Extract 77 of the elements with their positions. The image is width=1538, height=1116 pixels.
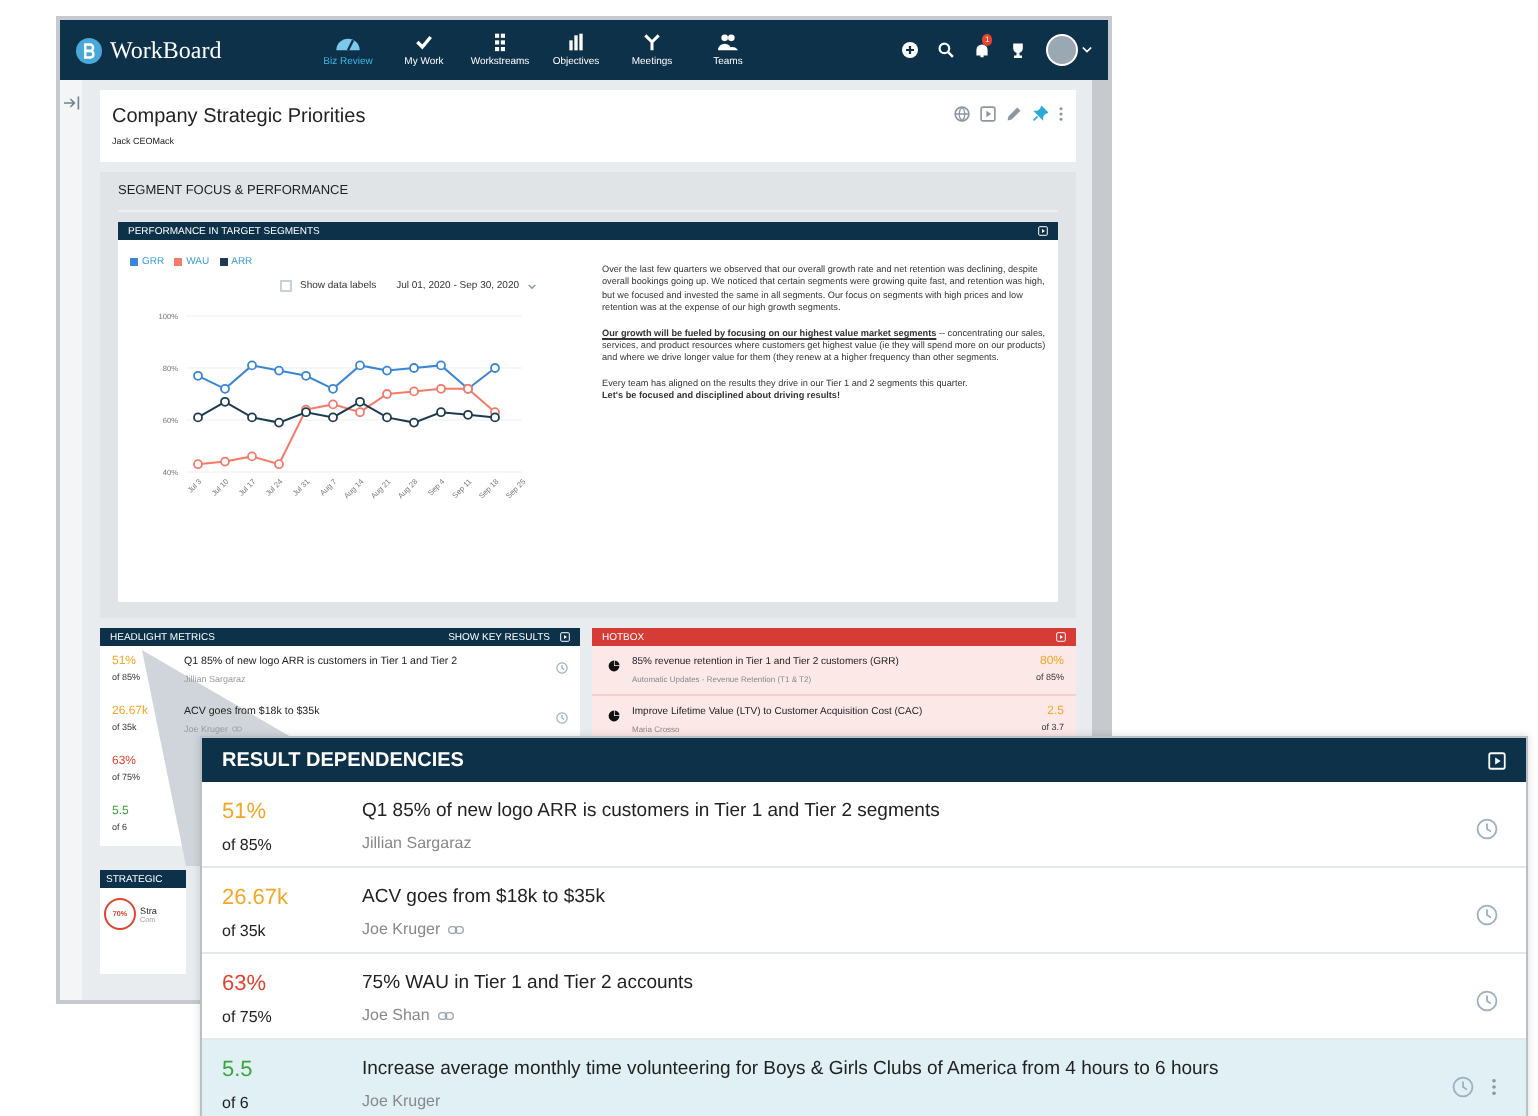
trophy-icon[interactable] bbox=[1010, 42, 1026, 58]
point bbox=[247, 360, 257, 371]
point bbox=[328, 399, 338, 410]
clock-icon[interactable] bbox=[1476, 818, 1498, 840]
owner-name: Joe Kruger bbox=[362, 1092, 441, 1110]
pin-icon[interactable] bbox=[1032, 106, 1048, 122]
result-title: Increase average monthly time volunteering for Boys & Girls Clubs of America from 4 hours to 6 hours bbox=[362, 1058, 1221, 1080]
panel-title: RESULT DEPENDENCIES bbox=[222, 749, 464, 771]
owner-name: Joe Shan bbox=[362, 1006, 430, 1024]
metric-target: of 35k bbox=[222, 922, 268, 940]
metric-target: of 75% bbox=[222, 1008, 274, 1026]
clock-icon[interactable] bbox=[1452, 1076, 1474, 1098]
point bbox=[193, 412, 203, 423]
clock-icon[interactable] bbox=[1476, 904, 1498, 926]
metric-value: 26.67k bbox=[222, 886, 291, 910]
more-icon[interactable] bbox=[1490, 1078, 1498, 1096]
metric-target: of 6 bbox=[222, 1094, 251, 1112]
metric-value: 5.5 bbox=[222, 1058, 255, 1082]
point bbox=[355, 360, 365, 371]
point bbox=[409, 363, 419, 373]
globe-icon[interactable] bbox=[954, 106, 970, 122]
clock-icon[interactable] bbox=[556, 712, 568, 724]
point bbox=[220, 396, 230, 407]
point bbox=[436, 360, 446, 371]
owner-name: Joe Kruger bbox=[362, 920, 441, 938]
check-icon bbox=[410, 32, 438, 52]
point bbox=[274, 459, 284, 470]
clock-icon[interactable] bbox=[1476, 990, 1498, 1012]
point bbox=[490, 363, 500, 373]
result-row[interactable]: 26.67k of 35k ACV goes from $18k to $35k Joe Kruger bbox=[202, 868, 1526, 954]
point bbox=[355, 407, 365, 418]
pencil-icon[interactable] bbox=[1006, 106, 1022, 122]
point bbox=[490, 412, 500, 423]
metric-target: of 85% bbox=[222, 836, 274, 854]
point bbox=[193, 370, 203, 381]
point bbox=[409, 386, 419, 397]
point bbox=[382, 389, 392, 399]
avatar[interactable] bbox=[1046, 34, 1078, 66]
point bbox=[328, 383, 338, 394]
point bbox=[220, 456, 230, 467]
fork-icon bbox=[638, 32, 666, 52]
logo-text[interactable]: WorkBoard bbox=[110, 35, 222, 65]
point bbox=[247, 451, 257, 462]
point bbox=[193, 459, 203, 470]
bell-icon[interactable] bbox=[974, 42, 990, 58]
point bbox=[382, 412, 392, 423]
add-icon[interactable] bbox=[902, 42, 918, 58]
result-title: ACV goes from $18k to $35k bbox=[362, 886, 607, 908]
point bbox=[220, 383, 230, 394]
point bbox=[436, 383, 446, 394]
point bbox=[247, 412, 257, 423]
logo-icon bbox=[76, 37, 102, 63]
page-title: Company Strategic Priorities bbox=[112, 106, 366, 128]
point bbox=[301, 370, 311, 381]
result-row[interactable]: 5.5 of 6 Increase average monthly time volunteering for Boys & Girls Clubs of America from 4 hours to 6 hours Joe Kruger bbox=[202, 1040, 1526, 1116]
point bbox=[274, 365, 284, 376]
result-row[interactable]: 51% of 85% Q1 85% of new logo ARR is customers in Tier 1 and Tier 2 segments Jillian Sargaraz bbox=[202, 782, 1526, 868]
point bbox=[436, 407, 446, 418]
metric-value: 63% bbox=[222, 972, 269, 996]
result-title: 75% WAU in Tier 1 and Tier 2 accounts bbox=[362, 972, 695, 994]
pie-icon bbox=[608, 710, 620, 722]
point bbox=[355, 396, 365, 407]
clock-icon[interactable] bbox=[556, 662, 568, 674]
point bbox=[409, 417, 419, 428]
search-icon[interactable] bbox=[938, 42, 954, 58]
checkbox[interactable] bbox=[280, 280, 292, 292]
point bbox=[463, 409, 473, 420]
metric-value: 51% bbox=[222, 800, 269, 824]
point bbox=[382, 365, 392, 376]
more-icon[interactable] bbox=[1058, 106, 1064, 122]
result-title: Q1 85% of new logo ARR is customers in Tier 1 and Tier 2 segments bbox=[362, 800, 942, 822]
people-icon bbox=[714, 32, 742, 52]
owner-name: Jillian Sargaraz bbox=[362, 834, 472, 852]
point bbox=[328, 412, 338, 423]
point bbox=[274, 417, 284, 428]
expand-arrow-icon[interactable] bbox=[63, 96, 79, 110]
pie-icon bbox=[608, 660, 620, 672]
